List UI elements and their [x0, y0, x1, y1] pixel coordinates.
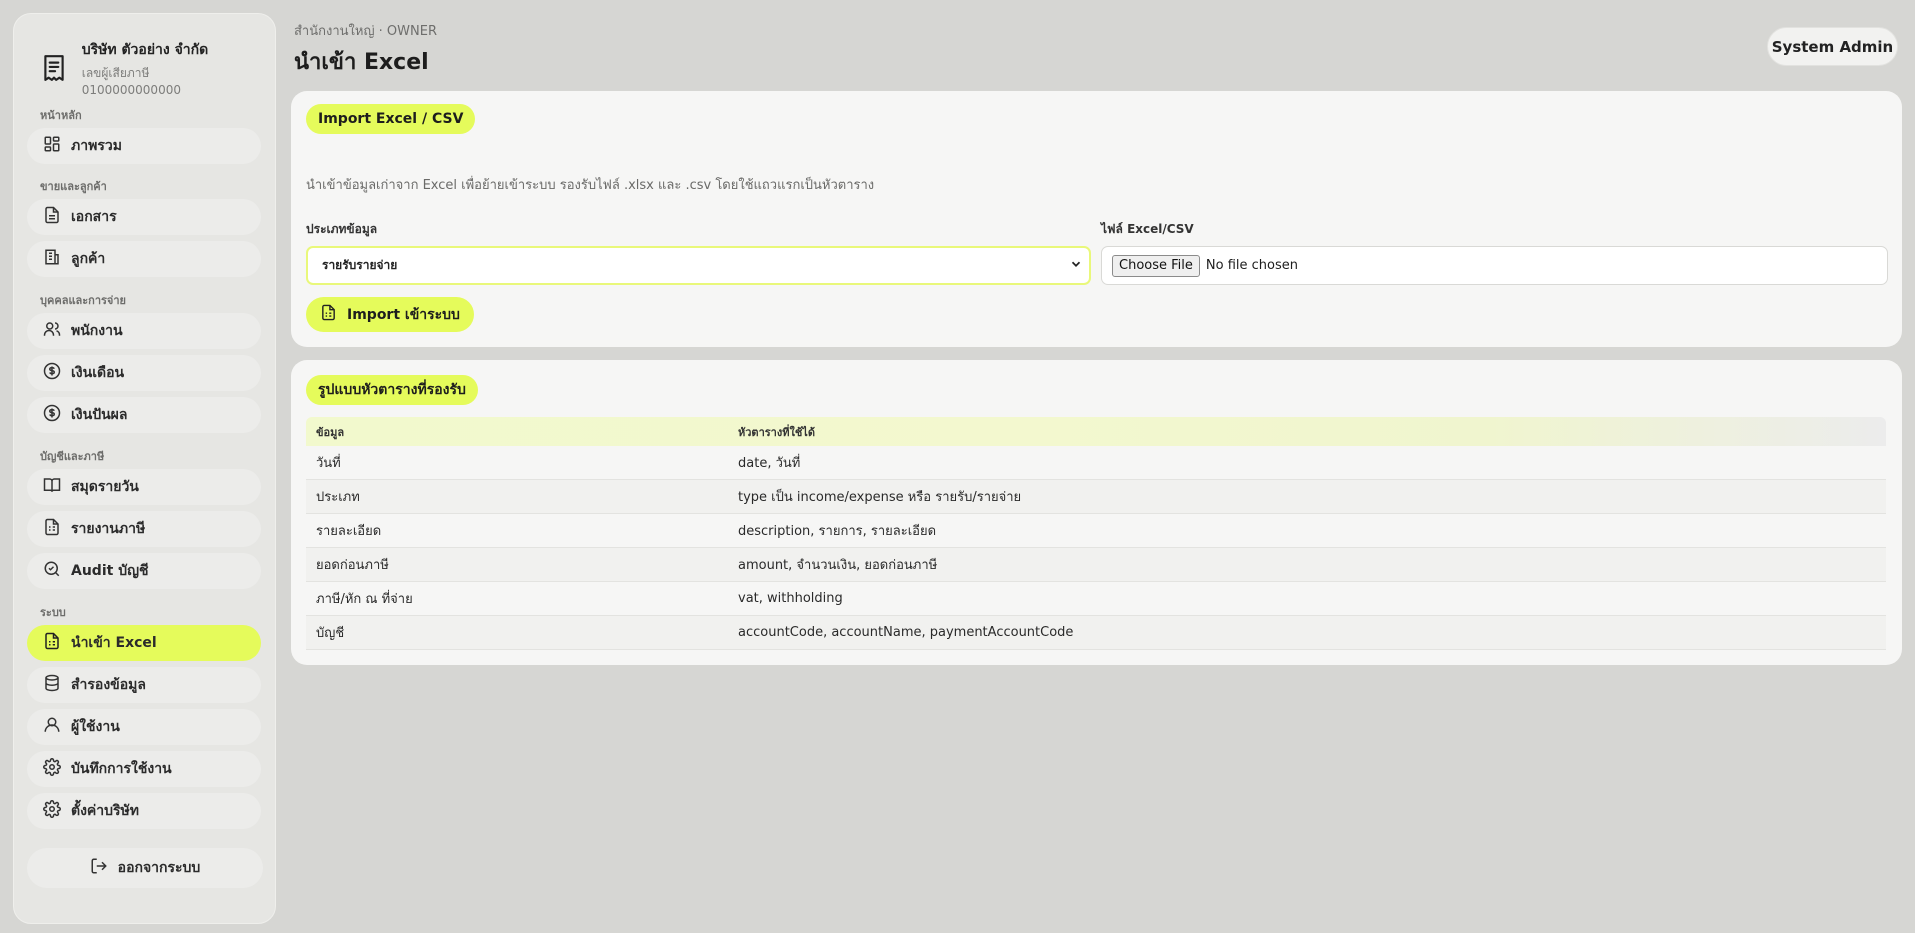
table-row: ภาษี/หัก ณ ที่จ่าย vat, withholding — [306, 582, 1886, 616]
table-cell: วันที่ — [316, 456, 341, 471]
dollar-circle-icon — [43, 404, 61, 426]
import-card-title: Import Excel / CSV — [306, 104, 476, 134]
building-icon — [43, 248, 61, 270]
sidebar-item-employees[interactable]: พนักงาน — [27, 313, 261, 349]
sidebar-item-label: นำเข้า Excel — [71, 635, 157, 651]
table-row: ประเภท type เป็น income/expense หรือ ราย… — [306, 480, 1886, 514]
users-icon — [43, 320, 61, 342]
sidebar-item-customers[interactable]: ลูกค้า — [27, 241, 261, 277]
table-row: รายละเอียด description, รายการ, รายละเอี… — [306, 514, 1886, 548]
format-table: ข้อมูล หัวตารางที่ใช้ได้ วันที่ date, วั… — [306, 417, 1886, 650]
table-row: วันที่ date, วันที่ — [306, 446, 1886, 480]
import-button-label: Import เข้าระบบ — [347, 306, 460, 323]
section-label-accounting: บัญชีและภาษี — [40, 450, 105, 463]
sidebar-item-label: ผู้ใช้งาน — [71, 719, 120, 735]
sidebar-item-label: ตั้งค่าบริษัท — [71, 803, 140, 819]
table-cell: ยอดก่อนภาษี — [316, 558, 389, 573]
sidebar-item-label: เงินเดือน — [71, 365, 125, 381]
table-cell: ประเภท — [316, 490, 360, 505]
sidebar-item-audit[interactable]: Audit บัญชี — [27, 553, 261, 589]
file-spreadsheet-icon — [320, 304, 337, 325]
logout-button[interactable]: ออกจากระบบ — [27, 848, 263, 888]
sidebar-item-label: เงินปันผล — [71, 407, 128, 423]
user-icon — [43, 716, 61, 738]
format-card-title: รูปแบบหัวตารางที่รองรับ — [306, 375, 478, 405]
table-cell: ภาษี/หัก ณ ที่จ่าย — [316, 592, 413, 607]
sidebar: บริษัท ตัวอย่าง จำกัด เลขผู้เสียภาษี 010… — [13, 13, 276, 924]
file-status: No file chosen — [1205, 258, 1298, 273]
table-cell: บัญชี — [316, 626, 345, 641]
import-button[interactable]: Import เข้าระบบ — [306, 297, 474, 332]
sidebar-item-overview[interactable]: ภาพรวม — [27, 128, 261, 164]
table-cell: vat, withholding — [738, 591, 843, 606]
grid-icon — [43, 135, 61, 157]
logout-icon — [90, 857, 108, 879]
table-cell: accountCode, accountName, paymentAccount… — [738, 625, 1074, 640]
sidebar-item-label: สมุดรายวัน — [71, 479, 139, 495]
sidebar-item-label: สำรองข้อมูล — [71, 677, 146, 693]
table-row: ยอดก่อนภาษี amount, จำนวนเงิน, ยอดก่อนภา… — [306, 548, 1886, 582]
table-cell: description, รายการ, รายละเอียด — [738, 524, 937, 539]
chevron-down-icon — [1069, 257, 1083, 274]
section-label-main: หน้าหลัก — [40, 109, 82, 122]
sidebar-item-import-excel[interactable]: นำเข้า Excel — [27, 625, 261, 661]
sidebar-item-tax-report[interactable]: รายงานภาษี — [27, 511, 261, 547]
table-cell: type เป็น income/expense หรือ รายรับ/ราย… — [738, 490, 1022, 505]
sidebar-item-label: บันทึกการใช้งาน — [71, 761, 172, 777]
page-title: นำเข้า Excel — [294, 50, 429, 75]
file-report-icon — [43, 518, 61, 540]
table-header: ข้อมูล หัวตารางที่ใช้ได้ — [306, 417, 1886, 446]
receipt-icon — [38, 52, 70, 84]
data-type-label: ประเภทข้อมูล — [306, 222, 378, 236]
sidebar-item-label: เอกสาร — [71, 209, 117, 225]
import-description: นำเข้าข้อมูลเก่าจาก Excel เพื่อย้ายเข้าร… — [306, 178, 875, 193]
sidebar-item-label: ลูกค้า — [71, 251, 106, 267]
sidebar-item-documents[interactable]: เอกสาร — [27, 199, 261, 235]
section-label-sales: ขายและลูกค้า — [40, 180, 107, 193]
breadcrumb: สำนักงานใหญ่ · OWNER — [294, 24, 437, 39]
table-cell: amount, จำนวนเงิน, ยอดก่อนภาษี — [738, 558, 938, 573]
file-spreadsheet-icon — [43, 632, 61, 654]
dollar-circle-icon — [43, 362, 61, 384]
sidebar-item-company-settings[interactable]: ตั้งค่าบริษัท — [27, 793, 261, 829]
section-label-people: บุคคลและการจ่าย — [40, 294, 126, 307]
import-card: Import Excel / CSV นำเข้าข้อมูลเก่าจาก E… — [291, 91, 1902, 347]
data-type-value: รายรับรายจ่าย — [322, 258, 398, 272]
table-row: บัญชี accountCode, accountName, paymentA… — [306, 616, 1886, 650]
file-input[interactable]: Choose File No file chosen — [1101, 246, 1888, 285]
gear-icon — [43, 800, 61, 822]
sidebar-item-salary[interactable]: เงินเดือน — [27, 355, 261, 391]
sidebar-item-backup[interactable]: สำรองข้อมูล — [27, 667, 261, 703]
sidebar-item-daybook[interactable]: สมุดรายวัน — [27, 469, 261, 505]
sidebar-item-users[interactable]: ผู้ใช้งาน — [27, 709, 261, 745]
sidebar-item-label: ภาพรวม — [71, 138, 122, 154]
user-menu-button[interactable]: System Admin — [1767, 27, 1898, 66]
search-check-icon — [43, 560, 61, 582]
sidebar-item-dividend[interactable]: เงินปันผล — [27, 397, 261, 433]
sidebar-item-label: Audit บัญชี — [71, 563, 149, 579]
data-type-select[interactable]: รายรับรายจ่าย — [306, 246, 1091, 285]
section-label-system: ระบบ — [40, 606, 66, 619]
format-card: รูปแบบหัวตารางที่รองรับ ข้อมูล หัวตารางท… — [291, 360, 1902, 665]
sidebar-item-activity-log[interactable]: บันทึกการใช้งาน — [27, 751, 261, 787]
gear-icon — [43, 758, 61, 780]
sidebar-item-label: พนักงาน — [71, 323, 123, 339]
company-name: บริษัท ตัวอย่าง จำกัด — [81, 42, 209, 58]
file-label: ไฟล์ Excel/CSV — [1101, 222, 1194, 236]
company-tax-id: เลขผู้เสียภาษี 0100000000000 — [81, 66, 181, 97]
column-header: ข้อมูล — [316, 425, 345, 439]
choose-file-button[interactable]: Choose File — [1112, 254, 1200, 277]
company-header: บริษัท ตัวอย่าง จำกัด เลขผู้เสียภาษี 010… — [28, 32, 261, 97]
logout-label: ออกจากระบบ — [117, 860, 201, 876]
table-cell: date, วันที่ — [738, 456, 801, 471]
table-cell: รายละเอียด — [316, 524, 382, 539]
column-header: หัวตารางที่ใช้ได้ — [738, 425, 815, 439]
document-icon — [43, 206, 61, 228]
sidebar-item-label: รายงานภาษี — [71, 521, 146, 537]
book-icon — [43, 476, 61, 498]
database-icon — [43, 674, 61, 696]
